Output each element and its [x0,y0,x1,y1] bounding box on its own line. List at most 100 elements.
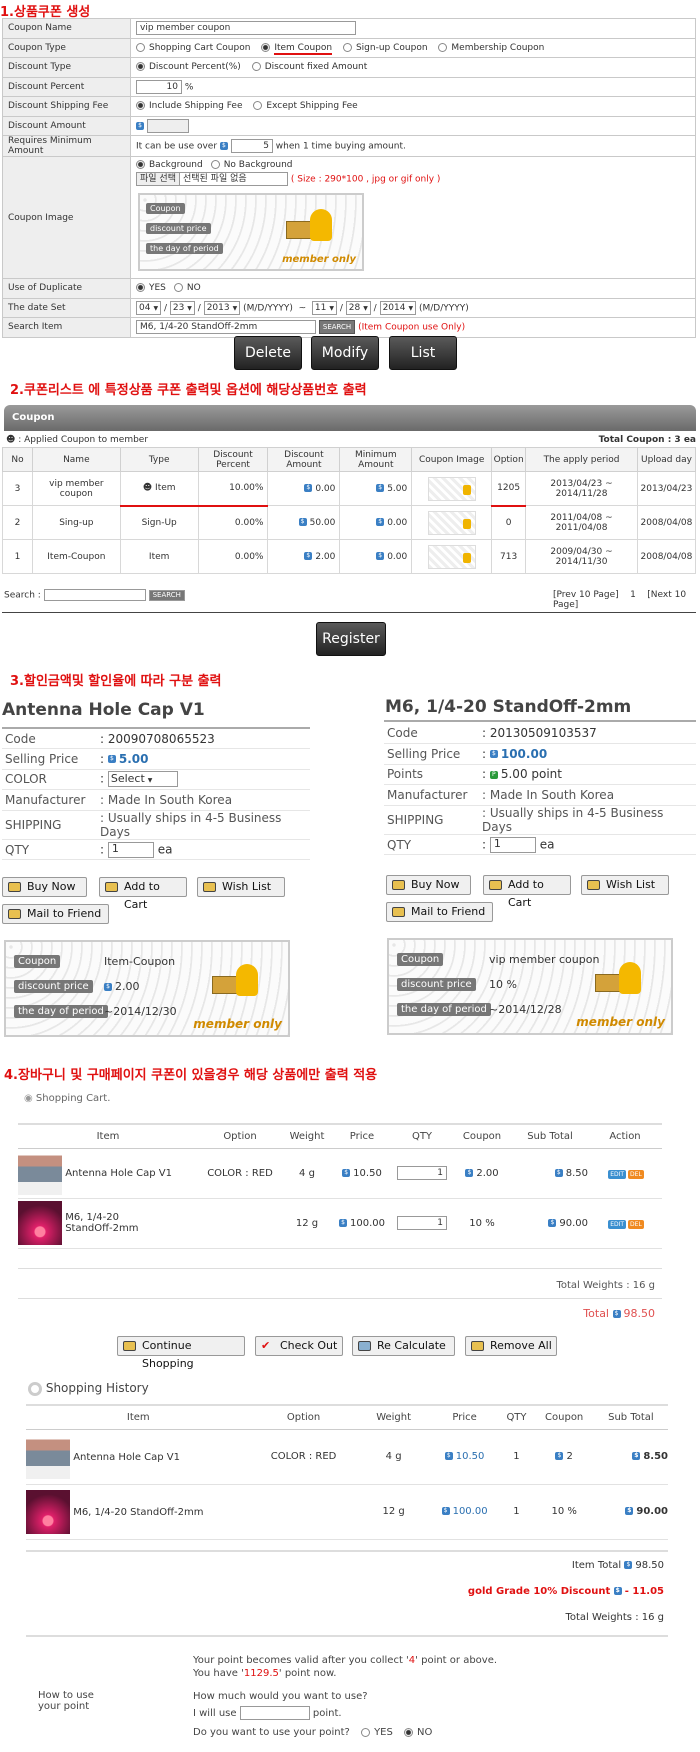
col-action: Action [588,1123,662,1149]
radio-discount-percent[interactable] [136,62,145,72]
coupon-search-button[interactable]: SEARCH [148,589,185,601]
currency-icon: $ [632,1452,641,1460]
color-select[interactable]: Select [107,771,178,788]
points-value: : P 5.00 point [479,764,696,786]
discount-percent-input[interactable]: 10 [136,79,182,94]
from-day-select[interactable]: 23 [169,300,195,315]
row-price-text: 10.50 [455,1451,485,1462]
buy-now-button[interactable]: Buy Now [2,877,87,897]
table-row[interactable]: 3 vip member coupon ☻ Item 10.00% $0.00 … [2,471,697,507]
product-image[interactable] [18,1201,62,1245]
opt-dup-yes: YES [149,283,166,294]
search-item-button[interactable]: SEARCH [318,320,356,335]
product-image[interactable] [26,1434,70,1479]
check-icon: ✔ [261,1339,271,1352]
col-no: No [2,447,33,472]
file-choose-button[interactable]: 파일 선택 [136,172,180,186]
total-coupon: Total Coupon : 3 ea [598,435,696,445]
from-year-select[interactable]: 2013 [203,300,241,315]
delete-button[interactable]: Delete [234,336,302,370]
row-coupon: $2 [534,1429,594,1485]
row-name[interactable]: Item-Coupon [31,539,121,574]
radio-point-yes[interactable] [361,1727,371,1737]
radio-point-no[interactable] [404,1727,414,1737]
product-name[interactable]: Antenna Hole Cap V1 [73,1452,180,1463]
radio-cart-coupon[interactable] [136,42,145,52]
product-name[interactable]: M6, 1/4-20 StandOff-2mm [65,1212,165,1234]
to-day-select[interactable]: 28 [345,300,371,315]
list-button[interactable]: List [389,336,457,370]
radio-no-background[interactable] [210,160,220,169]
re-calculate-button[interactable]: Re Calculate [352,1336,455,1356]
table-row[interactable]: 2 Sing-up Sign-Up 0.00% $50.00 $0.00 0 2… [2,505,697,540]
pager: [Prev 10 Page] 1 [Next 10 Page] [553,590,700,610]
continue-shopping-button[interactable]: Continue Shopping [117,1336,245,1370]
edit-button[interactable]: EDIT [608,1219,627,1229]
wish-list-button[interactable]: Wish List [197,877,285,897]
product-image[interactable] [26,1489,70,1534]
qty-input[interactable]: 1 [397,1166,447,1180]
currency-icon: $ [298,518,307,526]
delete-button[interactable]: DEL [628,1169,644,1179]
point-amount-input[interactable] [239,1706,310,1720]
current-page[interactable]: 1 [630,590,636,600]
row-name[interactable]: vip member coupon [31,471,121,506]
row-coupon: $2.00 [452,1148,512,1199]
table-row[interactable]: 1 Item-Coupon Item 0.00% $2.00 $0.00 713… [2,539,697,574]
wish-list-button[interactable]: Wish List [581,875,669,895]
radio-dup-no[interactable] [173,283,183,293]
remove-all-button[interactable]: Remove All [465,1336,557,1356]
check-out-button[interactable]: ✔ Check Out [255,1336,343,1356]
coupon-list-table: No Name Type Discount Percent Discount A… [2,447,697,574]
min-amount-input[interactable]: 5 [230,139,273,153]
discount-value-text: 2.00 [115,980,140,993]
gift-icon [212,964,268,998]
radio-dup-yes[interactable] [136,283,145,293]
radio-background[interactable] [136,160,145,169]
modify-button[interactable]: Modify [311,336,379,370]
price-value: : $5.00 [97,748,310,770]
row-weight: 12 g [282,1198,332,1249]
row-subtotal-text: 90.00 [559,1217,588,1229]
point-use-row: I will use point. [193,1706,497,1720]
delete-button[interactable]: DEL [628,1219,644,1229]
add-to-cart-button[interactable]: Add to Cart [99,877,187,911]
qty-input[interactable]: 1 [489,836,536,853]
row-price: $10.50 [332,1148,392,1199]
product-name[interactable]: M6, 1/4-20 StandOff-2mm [73,1507,203,1518]
edit-button[interactable]: EDIT [608,1169,627,1179]
add-to-cart-button[interactable]: Add to Cart [483,875,571,909]
search-item-input[interactable]: M6, 1/4-20 StandOff-2mm [136,320,316,335]
to-month-select[interactable]: 11 [311,300,337,315]
color-value: : Select [97,769,310,791]
coupon-search-input[interactable] [43,589,146,601]
register-button[interactable]: Register [316,622,386,656]
product-image[interactable] [18,1151,62,1195]
qty-input[interactable]: 1 [107,841,154,858]
radio-discount-fixed[interactable] [251,62,261,72]
row-price: $10.50 [430,1429,499,1485]
member-only-text: member only [282,254,356,265]
period-label: the day of period [397,1003,491,1016]
coupon-name-input[interactable]: vip member coupon [136,21,356,36]
qty-input[interactable]: 1 [397,1216,447,1230]
radio-except-ship[interactable] [253,101,263,111]
from-month-select[interactable]: 04 [136,300,162,315]
row-name[interactable]: Sing-up [31,505,121,540]
buy-now-button[interactable]: Buy Now [386,875,471,895]
date-format: (M/D/YYYY) [243,303,293,314]
product-name[interactable]: Antenna Hole Cap V1 [65,1168,172,1179]
mail-friend-button[interactable]: Mail to Friend [386,902,493,922]
prev-page-link[interactable]: [Prev 10 Page] [553,590,619,600]
row-min-text: 5.00 [387,483,408,494]
wish-list-label: Wish List [606,878,656,891]
to-year-select[interactable]: 2014 [379,300,417,315]
mail-friend-button[interactable]: Mail to Friend [2,904,109,924]
row-qty: 1 [392,1148,452,1199]
radio-membership-coupon[interactable] [438,42,448,52]
radio-item-coupon[interactable] [261,42,271,52]
radio-signup-coupon[interactable] [342,42,352,52]
discount-amount-input[interactable] [147,118,189,133]
discount-label: discount price [14,980,93,993]
radio-include-ship[interactable] [136,101,145,111]
